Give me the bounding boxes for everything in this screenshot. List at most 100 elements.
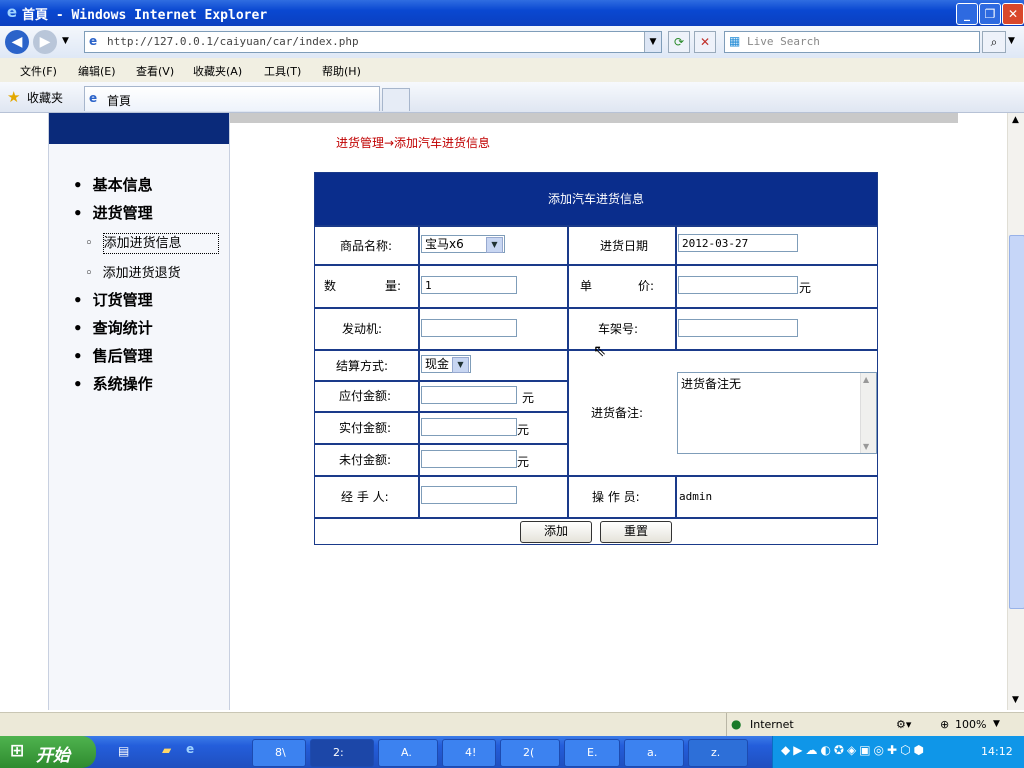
sidebar-item-purchase-mgmt[interactable]: • 进货管理 xyxy=(73,202,153,223)
menu-favorites[interactable]: 收藏夹(A) xyxy=(193,63,242,79)
minimize-button[interactable]: _ xyxy=(956,3,978,25)
reset-button[interactable]: 重置 xyxy=(600,521,672,543)
quantity-input[interactable]: 1 xyxy=(421,276,517,294)
scroll-thumb[interactable] xyxy=(1009,235,1024,609)
scroll-up-icon: ▲ xyxy=(863,375,870,384)
unpaid-amount-unit: 元 xyxy=(517,455,530,469)
sidebar-item-add-return[interactable]: ◦ 添加进货退货 xyxy=(85,262,181,281)
sidebar-item-order-mgmt[interactable]: • 订货管理 xyxy=(73,289,153,310)
close-button[interactable]: ✕ xyxy=(1002,3,1024,25)
tab-home[interactable]: e 首頁 xyxy=(84,86,380,111)
search-placeholder: Live Search xyxy=(747,35,820,48)
show-desktop-icon[interactable]: ▤ xyxy=(118,744,129,758)
task-explorer[interactable]: 8\ xyxy=(252,739,306,767)
maximize-button[interactable]: ❐ xyxy=(979,3,1001,25)
product-select[interactable]: 宝马x6 ▼ xyxy=(421,235,505,253)
menu-help[interactable]: 帮助(H) xyxy=(322,63,361,79)
address-dropdown-icon[interactable]: ▼ xyxy=(644,32,661,52)
window-title: 首頁 - Windows Internet Explorer xyxy=(22,8,268,23)
new-tab-button[interactable] xyxy=(382,88,410,111)
task-word[interactable]: 4! xyxy=(442,739,496,767)
zone-label: Internet xyxy=(750,718,794,731)
operator-label: 操 作 员: xyxy=(592,490,640,504)
ie-quicklaunch-icon[interactable]: e xyxy=(186,742,194,756)
breadcrumb: 进货管理→添加汽车进货信息 xyxy=(336,136,491,150)
address-field[interactable]: e http://127.0.0.1/caiyuan/car/index.php… xyxy=(84,31,662,53)
remark-label: 进货备注: xyxy=(591,406,644,420)
paid-amount-input[interactable] xyxy=(421,418,517,436)
frame-number-input[interactable] xyxy=(678,319,798,337)
menu-tools[interactable]: 工具(T) xyxy=(264,63,301,79)
payable-amount-unit: 元 xyxy=(522,391,535,405)
address-toolbar: ◀ ▶ ▼ e http://127.0.0.1/caiyuan/car/ind… xyxy=(0,26,1024,58)
operator-value: admin xyxy=(679,490,713,503)
sidebar-header xyxy=(49,113,229,144)
unit-price-input[interactable] xyxy=(678,276,798,294)
unpaid-amount-input[interactable] xyxy=(421,450,517,468)
remark-textarea[interactable]: 进货备注无 ▲ ▼ xyxy=(677,372,877,454)
paid-amount-unit: 元 xyxy=(517,423,530,437)
tray-icons[interactable]: ◆▶☁◐✪◈▣◎✚⬡⬢ xyxy=(781,743,927,757)
internet-zone-icon: ● xyxy=(731,717,742,731)
task-ie[interactable]: 2: xyxy=(310,739,374,767)
remark-text: 进货备注无 xyxy=(681,377,742,391)
remark-scrollbar[interactable]: ▲ ▼ xyxy=(860,373,876,453)
task-qq[interactable]: 2( xyxy=(500,739,560,767)
stop-button[interactable]: ✕ xyxy=(694,31,716,53)
history-dropdown-icon[interactable]: ▼ xyxy=(62,36,69,46)
tab-page-icon: e xyxy=(89,91,98,105)
zoom-level[interactable]: 100% xyxy=(955,718,986,731)
search-button[interactable]: ⌕ xyxy=(982,31,1006,53)
scroll-down-icon[interactable]: ▼ xyxy=(1012,695,1019,705)
sidebar-item-basic-info[interactable]: • 基本信息 xyxy=(73,174,153,195)
zoom-dropdown-icon[interactable]: ▼ xyxy=(993,719,1000,729)
start-button[interactable]: ⊞ 开始 xyxy=(0,736,96,768)
search-options-icon[interactable]: ▼ xyxy=(1008,36,1015,46)
back-button[interactable]: ◀ xyxy=(5,30,29,54)
add-button[interactable]: 添加 xyxy=(520,521,592,543)
payable-amount-input[interactable] xyxy=(421,386,517,404)
page-content: • 基本信息 • 进货管理 ◦ 添加进货信息 ◦ 添加进货退货 • 订货管理 • 查询统计 … xyxy=(0,113,1007,710)
refresh-button[interactable]: ⟳ xyxy=(668,31,690,53)
unit-price-label-a: 单 xyxy=(580,279,593,293)
taskbar: ⊞ 开始 ▤ ▰ e 8\ 2: A. 4! 2( E. a. z. ◆▶☁◐✪… xyxy=(0,736,1024,768)
menu-file[interactable]: 文件(F) xyxy=(20,63,57,79)
tab-bar: ★ 收藏夹 e 首頁 xyxy=(0,82,1024,113)
clock: 14:12 xyxy=(981,745,1013,758)
chevron-down-icon: ▼ xyxy=(452,357,469,373)
engine-input[interactable] xyxy=(421,319,517,337)
form-header: 添加汽车进货信息 xyxy=(315,173,877,225)
forward-button[interactable]: ▶ xyxy=(33,30,57,54)
chevron-down-icon: ▼ xyxy=(486,237,503,253)
scroll-up-icon[interactable]: ▲ xyxy=(1012,115,1019,125)
product-name-label: 商品名称: xyxy=(340,239,393,253)
zoom-icon[interactable]: ⊕ xyxy=(940,718,949,731)
sidebar-item-after-sales[interactable]: • 售后管理 xyxy=(73,345,153,366)
page-icon: e xyxy=(89,34,98,48)
menu-view[interactable]: 查看(V) xyxy=(136,63,174,79)
handler-input[interactable] xyxy=(421,486,517,504)
task-dreamweaver[interactable]: A. xyxy=(378,739,438,767)
payable-amount-label: 应付金额: xyxy=(339,389,392,403)
task-app-z[interactable]: z. xyxy=(688,739,748,767)
sidebar-item-query-stats[interactable]: • 查询统计 xyxy=(73,317,153,338)
mouse-cursor-icon: ⇖ xyxy=(593,341,607,360)
status-bar: ● Internet ⚙▾ ⊕ 100% ▼ xyxy=(0,712,1024,737)
sidebar-item-system-ops[interactable]: • 系统操作 xyxy=(73,373,153,394)
address-url: http://127.0.0.1/caiyuan/car/index.php xyxy=(107,35,359,48)
menu-edit[interactable]: 编辑(E) xyxy=(78,63,116,79)
handler-label: 经 手 人: xyxy=(341,490,389,504)
protected-mode-icon[interactable]: ⚙▾ xyxy=(896,718,911,731)
task-app-a[interactable]: a. xyxy=(624,739,684,767)
payment-method-select[interactable]: 现金 ▼ xyxy=(421,355,471,373)
folder-quicklaunch-icon[interactable]: ▰ xyxy=(162,743,171,757)
purchase-date-input[interactable]: 2012-03-27 xyxy=(678,234,798,252)
search-box[interactable]: ▦ Live Search xyxy=(724,31,980,53)
favorites-button[interactable]: 收藏夹 xyxy=(27,89,63,106)
frame-number-label: 车架号: xyxy=(598,322,639,336)
task-app-e[interactable]: E. xyxy=(564,739,620,767)
page-scrollbar[interactable]: ▲ ▼ xyxy=(1007,113,1024,710)
menu-bar: 文件(F) 编辑(E) 查看(V) 收藏夹(A) 工具(T) 帮助(H) xyxy=(0,58,1024,83)
sidebar-item-add-purchase[interactable]: ◦ 添加进货信息 xyxy=(85,232,219,254)
title-bar: e 首頁 - Windows Internet Explorer _ ❐ ✕ xyxy=(0,0,1024,26)
